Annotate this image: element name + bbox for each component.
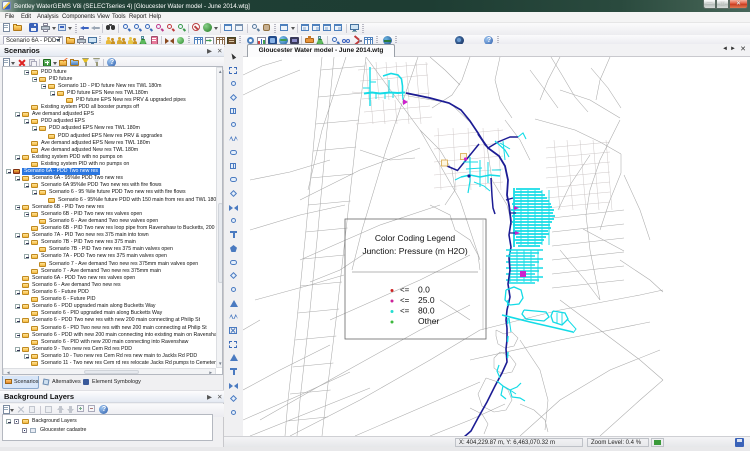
svg-text:Junction: Pressure (m H2O): Junction: Pressure (m H2O) [362,246,468,256]
svg-text:<=: <= [400,286,410,295]
svg-text:Color Coding Legend: Color Coding Legend [375,233,456,243]
svg-text:Other: Other [418,316,439,326]
svg-text:0.0: 0.0 [418,285,430,295]
svg-text:80.0: 80.0 [418,306,435,316]
svg-text:<=: <= [400,296,410,305]
svg-text:<=: <= [400,307,410,316]
svg-text:25.0: 25.0 [418,295,435,305]
